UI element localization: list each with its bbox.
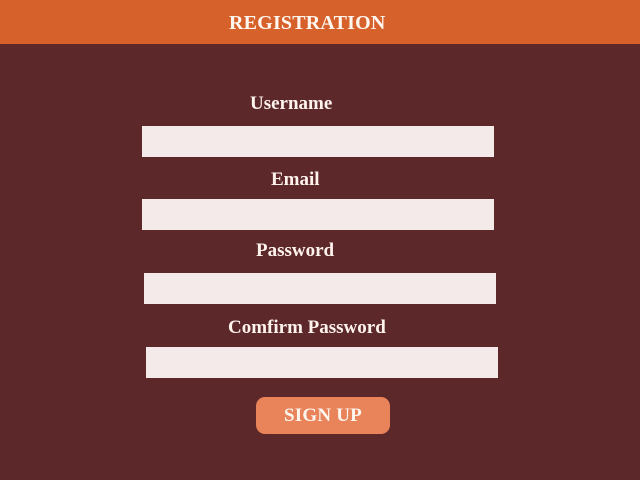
confirm-password-label: Comfirm Password bbox=[228, 317, 386, 338]
email-input[interactable] bbox=[142, 199, 494, 230]
confirm-password-input[interactable] bbox=[146, 347, 498, 378]
page-title: REGISTRATION bbox=[229, 12, 386, 34]
registration-header: REGISTRATION bbox=[0, 0, 640, 44]
email-label: Email bbox=[271, 169, 320, 190]
username-input[interactable] bbox=[142, 126, 494, 157]
password-label: Password bbox=[256, 240, 335, 261]
sign-up-button[interactable]: SIGN UP bbox=[256, 397, 390, 434]
username-label: Username bbox=[250, 93, 333, 114]
password-input[interactable] bbox=[144, 273, 496, 304]
